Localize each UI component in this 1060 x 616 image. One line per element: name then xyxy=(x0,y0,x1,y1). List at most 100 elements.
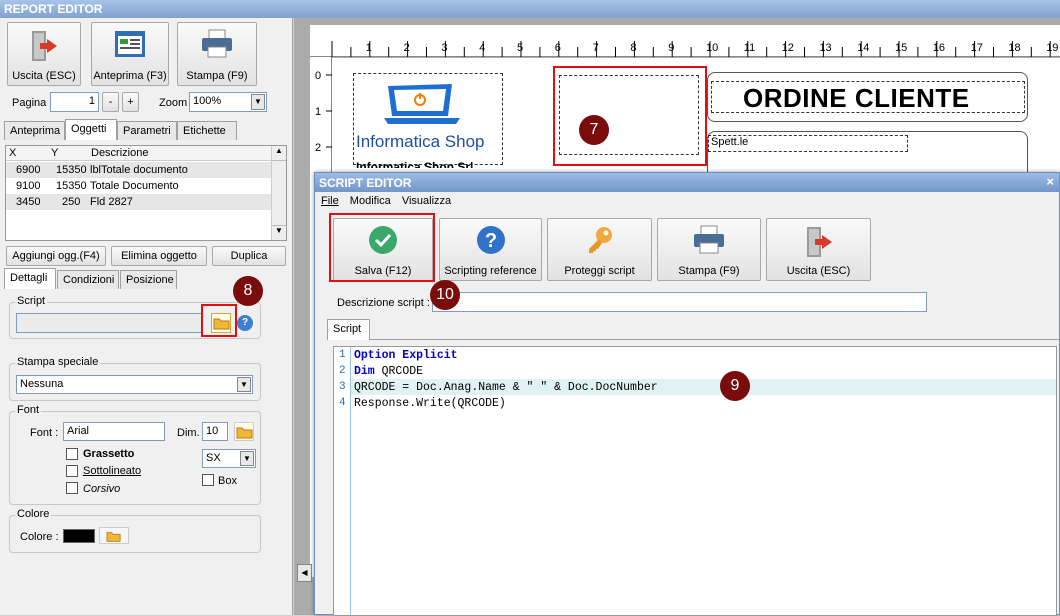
tab-dettagli[interactable]: Dettagli xyxy=(4,268,56,289)
cell-x: 3450 xyxy=(16,196,41,208)
close-icon[interactable]: × xyxy=(1046,174,1054,189)
table-row[interactable]: 6900 15350 lblTotale documento xyxy=(6,162,272,178)
ruler-label: 14 xyxy=(857,42,869,54)
highlight-qrcode-field xyxy=(553,66,707,166)
color-group: Colore Colore : xyxy=(9,508,261,553)
cell-x: 6900 xyxy=(16,164,41,176)
ruler-label: 4 xyxy=(479,42,485,54)
callout-10: 10 xyxy=(430,280,460,310)
script-field[interactable] xyxy=(16,313,202,333)
tab-condizioni[interactable]: Condizioni xyxy=(57,270,119,289)
scroll-left-button[interactable]: ◀ xyxy=(297,564,312,582)
zoom-value: 100% xyxy=(193,95,222,107)
logo-text: Informatica Shop xyxy=(356,132,485,151)
code-keyword: Dim xyxy=(354,365,375,378)
color-group-title: Colore xyxy=(15,508,52,520)
underline-checkbox[interactable] xyxy=(66,465,78,477)
tab-posizione[interactable]: Posizione xyxy=(120,270,177,289)
bold-checkbox[interactable] xyxy=(66,448,78,460)
special-print-select[interactable]: Nessuna ▼ xyxy=(16,375,253,394)
script-exit-label: Uscita (ESC) xyxy=(786,265,851,277)
zoom-label: Zoom xyxy=(159,97,188,109)
highlight-save-button xyxy=(329,213,435,282)
tab-oggetti[interactable]: Oggetti xyxy=(65,119,117,140)
print-button[interactable]: Stampa (F9) xyxy=(177,22,257,86)
scroll-up-icon[interactable]: ▲ xyxy=(272,146,286,161)
report-heading: ORDINE CLIENTE xyxy=(743,83,970,113)
details-panel: Script ? Stampa speciale Nessuna ▼ Font … xyxy=(5,289,287,615)
special-print-group: Stampa speciale Nessuna ▼ xyxy=(9,356,261,401)
col-x: X xyxy=(9,147,17,159)
line-number: 1 xyxy=(339,349,346,361)
scripting-reference-button[interactable]: ? Scripting reference xyxy=(439,218,542,281)
menu-modifica[interactable]: Modifica xyxy=(350,195,391,207)
folder-icon xyxy=(236,427,253,439)
help-icon: ? xyxy=(476,226,505,254)
table-row[interactable]: 3450 250 Fld 2827 xyxy=(6,194,272,210)
zoom-select[interactable]: 100% ▼ xyxy=(189,92,267,112)
folder-icon xyxy=(106,532,121,542)
code-line-1: Option Explicit xyxy=(354,349,458,362)
color-picker-button[interactable] xyxy=(99,527,129,544)
ruler-label: 17 xyxy=(971,42,983,54)
italic-checkbox[interactable] xyxy=(66,482,78,494)
font-folder-button[interactable] xyxy=(234,422,254,441)
tab-etichette[interactable]: Etichette xyxy=(177,121,237,140)
cell-y: 15350 xyxy=(56,180,87,192)
chevron-down-icon: ▼ xyxy=(251,94,265,110)
cell-y: 250 xyxy=(62,196,81,208)
script-editor-title-bar: SCRIPT EDITOR × xyxy=(315,173,1059,192)
menu-bar: File Modifica Visualizza xyxy=(315,193,1059,210)
code-editor[interactable]: 1 2 3 4 Option Explicit Dim QRCODE QRCOD… xyxy=(333,346,1057,616)
reference-label: Scripting reference xyxy=(444,265,537,277)
align-select[interactable]: SX ▼ xyxy=(202,449,256,468)
tab-anteprima[interactable]: Anteprima xyxy=(4,121,65,140)
script-print-label: Stampa (F9) xyxy=(678,265,740,277)
cell-desc: Totale Documento xyxy=(90,180,179,192)
table-scrollbar[interactable]: ▲ ▼ xyxy=(271,146,286,240)
preview-button[interactable]: Anteprima (F3) xyxy=(91,22,169,86)
left-panel: Uscita (ESC) Anteprima (F3) Stampa (F9) … xyxy=(0,18,293,615)
table-header: X Y Descrizione xyxy=(6,146,272,161)
script-print-button[interactable]: Stampa (F9) xyxy=(657,218,761,281)
font-group: Font Font : Arial Dim. 10 Grassetto Sott… xyxy=(9,404,261,505)
script-tab-strip: Script xyxy=(327,319,1059,340)
ruler-label: 12 xyxy=(782,42,794,54)
window-title: REPORT EDITOR xyxy=(4,2,103,16)
col-y: Y xyxy=(51,147,59,159)
font-size-input[interactable]: 10 xyxy=(202,422,228,441)
description-input[interactable] xyxy=(432,292,927,312)
tab-script[interactable]: Script xyxy=(327,319,370,340)
code-text: Response.Write(QRCODE) xyxy=(354,397,506,410)
preview-icon xyxy=(115,31,145,57)
protect-script-button[interactable]: Proteggi script xyxy=(547,218,652,281)
page-plus-button[interactable]: + xyxy=(122,92,139,112)
scroll-down-icon[interactable]: ▼ xyxy=(272,225,286,240)
tab-parametri[interactable]: Parametri xyxy=(117,121,177,140)
menu-file[interactable]: File xyxy=(321,195,339,207)
help-button[interactable]: ? xyxy=(237,315,253,331)
add-object-button[interactable]: Aggiungi ogg.(F4) xyxy=(6,246,106,266)
page-label: Pagina xyxy=(12,97,47,109)
cell-x: 9100 xyxy=(16,180,41,192)
ruler-label: 1 xyxy=(315,106,321,118)
help-icon: ? xyxy=(241,317,249,328)
delete-object-button[interactable]: Elimina oggetto xyxy=(111,246,207,266)
color-swatch[interactable] xyxy=(63,529,95,543)
underline-label: Sottolineato xyxy=(83,465,142,477)
box-checkbox[interactable] xyxy=(202,474,214,486)
cell-y: 15350 xyxy=(56,164,87,176)
script-exit-button[interactable]: Uscita (ESC) xyxy=(766,218,871,281)
code-keyword: Option Explicit xyxy=(354,349,458,362)
page-input[interactable]: 1 xyxy=(50,92,99,112)
page-minus-button[interactable]: - xyxy=(102,92,119,112)
duplicate-button[interactable]: Duplica xyxy=(212,246,286,266)
objects-table: X Y Descrizione 6900 15350 lblTotale doc… xyxy=(5,145,287,241)
description-label: Descrizione script : xyxy=(337,297,430,309)
align-value: SX xyxy=(206,452,221,464)
code-line-2: Dim QRCODE xyxy=(354,365,423,378)
exit-button[interactable]: Uscita (ESC) xyxy=(7,22,81,86)
table-row[interactable]: 9100 15350 Totale Documento xyxy=(6,178,272,194)
menu-visualizza[interactable]: Visualizza xyxy=(402,195,451,207)
font-name-input[interactable]: Arial xyxy=(63,422,165,441)
